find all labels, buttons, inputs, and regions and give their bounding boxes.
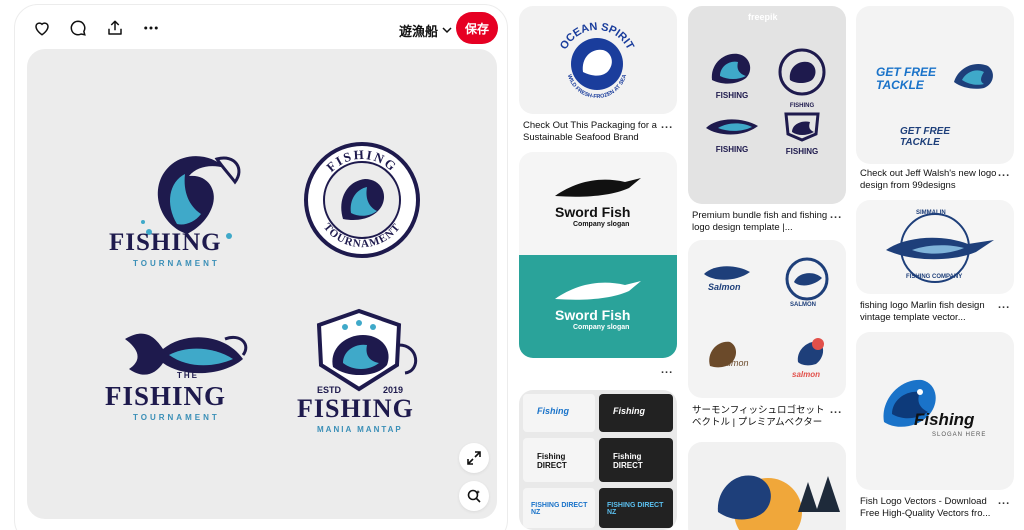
tile-label: Fishing [537, 406, 569, 416]
tile-label: FISHING [785, 147, 819, 156]
pin-caption[interactable]: Premium bundle fish and fishing logo des… [692, 210, 832, 234]
tile-label: Salmon [708, 282, 741, 292]
logo-subtitle: TOURNAMENT [133, 413, 220, 422]
tile-label: SALMON [790, 302, 816, 308]
tile-label: Fishing [613, 406, 645, 416]
pin-image: FISHING TOURNAMENT FISHING TOURNAMENT TH… [27, 49, 497, 519]
visual-search-button[interactable] [459, 481, 489, 511]
logo-tile: FISHING DIRECT NZ [523, 488, 595, 528]
more-icon[interactable]: ... [998, 167, 1010, 179]
pin-page: 遊漁船 保存 FISHING TOURNAMENT FISHING TOURNA… [0, 0, 1024, 530]
tile-label: FISHING DIRECT NZ [607, 502, 664, 516]
swordfish-logo [555, 281, 641, 300]
more-icon[interactable]: ... [830, 209, 842, 221]
logo-prefix: THE [177, 371, 199, 380]
tile-label: FISHING COMPANY [906, 274, 963, 280]
pin-card[interactable] [688, 442, 846, 530]
pin-card[interactable]: Fishing SLOGAN HERE [856, 332, 1014, 490]
logo-tile: FISHING [702, 114, 762, 162]
logo-title: FISHING [297, 394, 414, 423]
shield-logo-art [316, 308, 417, 392]
tile-label: SLOGAN HERE [932, 432, 987, 438]
more-icon[interactable] [136, 13, 166, 43]
tile-label: Fishing [914, 410, 975, 429]
pin-card[interactable]: Fishing Fishing Fishing DIRECT Fishing D… [519, 390, 677, 530]
pin-caption[interactable]: サーモンフィッシュロゴセット ベクトル | プレミアムベクター [692, 405, 832, 429]
pin-card[interactable]: freepik FISHING FISHING FISHING FISHING [688, 6, 846, 204]
logo-tile: FISHING [772, 110, 832, 162]
more-icon[interactable]: ... [661, 364, 673, 376]
pin-caption[interactable]: Check Out This Packaging for a Sustainab… [523, 120, 659, 144]
swordfish-logo [555, 178, 641, 197]
pin-card[interactable]: SIMMALIN FISHING COMPANY [856, 200, 1014, 294]
pin-card[interactable]: Sword Fish Company slogan Sword Fish Com… [519, 152, 677, 358]
logo-tile: Fishing DIRECT [523, 438, 595, 482]
expand-button[interactable] [459, 443, 489, 473]
logo-slogan: Company slogan [573, 324, 630, 331]
tile-label: salmon [792, 370, 821, 379]
tile-label: FISHING [715, 145, 749, 154]
logo-tile: FISHING [772, 46, 832, 109]
tile-label: FISHING [789, 103, 815, 109]
logo-tile: FISHING [702, 46, 762, 104]
pin-caption[interactable]: Check out Jeff Walsh's new logo design f… [860, 168, 1000, 192]
board-name: 遊漁船 [399, 23, 439, 39]
tile-label: SIMMALIN [916, 210, 946, 216]
save-button[interactable]: 保存 [456, 12, 498, 44]
lens-search-icon [467, 489, 481, 503]
more-icon[interactable]: ... [998, 299, 1010, 311]
tile-label: Fishing DIRECT [537, 452, 567, 470]
tile-label: Fishing DIRECT [613, 452, 643, 470]
more-icon[interactable]: ... [998, 495, 1010, 507]
pin-toolbar: 遊漁船 保存 [15, 5, 509, 51]
pin-card[interactable]: OCEAN SPIRIT WILD FRESH-FROZEN AT SEA [519, 6, 677, 114]
chevron-down-icon [442, 27, 452, 34]
logo-subtitle: MANIA MANTAP [317, 425, 403, 434]
tile-label: FISHING DIRECT NZ [531, 502, 588, 516]
expand-icon [467, 451, 481, 465]
heart-icon[interactable] [27, 13, 57, 43]
logo-title: FISHING [109, 229, 222, 256]
more-icon[interactable]: ... [830, 404, 842, 416]
teal-panel: Sword Fish Company slogan [519, 255, 677, 358]
watermark: freepik [748, 12, 778, 22]
logo-tile: Fishing DIRECT [599, 438, 673, 482]
pin-caption[interactable]: Fish Logo Vectors - Download Free High-Q… [860, 496, 1000, 520]
sunset-fishing-art [717, 475, 840, 530]
pin-card[interactable]: GET FREE TACKLE GET FREE TACKLE [856, 6, 1014, 164]
logo-subtitle: TOURNAMENT [133, 259, 220, 268]
speech-bubble-icon[interactable] [63, 13, 93, 43]
logo-slogan: Company slogan [573, 221, 630, 228]
pin-caption[interactable]: fishing logo Marlin fish design vintage … [860, 300, 1000, 324]
tile-label: FISHING [715, 91, 749, 100]
logo-tile: Fishing [523, 394, 595, 432]
ocean-spirit-logo: OCEAN SPIRIT WILD FRESH-FROZEN AT SEA [558, 21, 636, 100]
logo-title: Sword Fish [555, 204, 631, 220]
pin-card[interactable]: Salmon SALMON Salmon salmon [688, 240, 846, 398]
board-selector[interactable]: 遊漁船 [399, 19, 452, 41]
more-icon[interactable]: ... [661, 119, 673, 131]
share-icon[interactable] [100, 13, 130, 43]
badge-logo-art: FISHING TOURNAMENT [304, 142, 420, 258]
tile-label: GET FREE TACKLE [900, 126, 951, 148]
pin-detail-panel: 遊漁船 保存 FISHING TOURNAMENT FISHING TOURNA… [14, 4, 508, 530]
logo-tile: FISHING DIRECT NZ [599, 488, 673, 528]
logo-title: FISHING [105, 381, 227, 411]
logo-tile: Fishing [599, 394, 673, 432]
logo-title: Sword Fish [555, 307, 631, 323]
tile-label: Salmon [718, 358, 749, 368]
